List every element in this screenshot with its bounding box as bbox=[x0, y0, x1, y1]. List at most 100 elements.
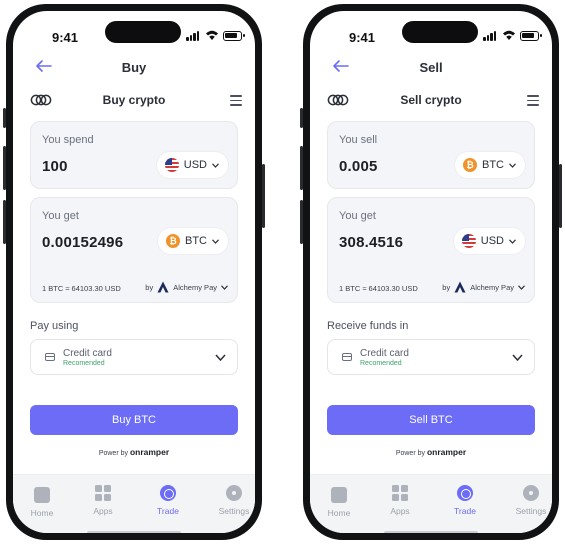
menu-icon[interactable] bbox=[527, 95, 539, 106]
us-flag-icon bbox=[164, 158, 179, 172]
exchange-rate: 1 BTC ≈ 64103.30 USD bbox=[42, 284, 121, 293]
tab-apps[interactable]: Apps bbox=[79, 485, 127, 516]
exchange-rate: 1 BTC ≈ 64103.30 USD bbox=[339, 284, 418, 293]
home-indicator bbox=[384, 531, 478, 533]
sell-label: You sell bbox=[339, 134, 378, 146]
wifi-icon bbox=[503, 30, 515, 40]
provider-name: Alchemy Pay bbox=[173, 282, 217, 292]
battery-icon bbox=[520, 31, 542, 41]
recommended-tag: Recomended bbox=[360, 360, 402, 367]
sell-btc-button[interactable]: Sell BTC bbox=[327, 405, 535, 435]
dynamic-island bbox=[402, 21, 478, 43]
gear-icon bbox=[226, 485, 242, 501]
trade-icon bbox=[160, 485, 176, 501]
status-time: 9:41 bbox=[52, 30, 79, 45]
tab-apps[interactable]: Apps bbox=[376, 485, 424, 516]
provider-name: Alchemy Pay bbox=[470, 282, 514, 292]
tab-label: Trade bbox=[157, 506, 179, 516]
payout-section-label: Receive funds in bbox=[327, 320, 409, 332]
chevron-down-icon bbox=[215, 354, 226, 361]
home-indicator bbox=[87, 531, 181, 533]
tab-trade[interactable]: Trade bbox=[144, 485, 192, 516]
status-bar: 9:41 bbox=[13, 11, 255, 51]
tab-label: Home bbox=[327, 508, 351, 518]
sell-amount-input[interactable]: 0.005 bbox=[339, 158, 378, 175]
chevron-down-icon bbox=[512, 354, 523, 361]
get-amount: 308.4516 bbox=[339, 234, 404, 251]
recommended-tag: Recomended bbox=[63, 360, 105, 367]
get-currency-code: USD bbox=[480, 235, 504, 247]
widget-header: Sell crypto bbox=[310, 91, 552, 109]
nav-bar: Sell bbox=[310, 55, 552, 79]
home-icon bbox=[331, 487, 347, 503]
tab-label: Settings bbox=[515, 506, 547, 516]
get-label: You get bbox=[339, 210, 376, 222]
tab-home[interactable]: Home bbox=[315, 485, 363, 518]
tab-settings[interactable]: Settings bbox=[507, 485, 552, 516]
onramper-brand: onramper bbox=[426, 447, 467, 457]
payout-method-selector[interactable]: Credit card Recomended bbox=[327, 339, 535, 375]
battery-icon bbox=[223, 31, 245, 41]
us-flag-icon bbox=[461, 234, 476, 248]
tab-settings[interactable]: Settings bbox=[210, 485, 255, 516]
onramper-brand: onramper bbox=[129, 447, 170, 457]
bitcoin-icon: ₿ bbox=[463, 158, 477, 172]
volume-up-button bbox=[300, 146, 303, 190]
sell-currency-selector[interactable]: ₿ BTC bbox=[455, 152, 525, 178]
tab-label: Apps bbox=[390, 506, 410, 516]
chevron-down-icon bbox=[212, 238, 219, 244]
powered-by-text: Power by bbox=[395, 450, 425, 457]
get-currency-selector[interactable]: ₿ BTC bbox=[158, 228, 228, 254]
signal-icon bbox=[483, 31, 497, 41]
volume-down-button bbox=[300, 200, 303, 244]
phone-sell: 9:41 Sell Sell crypto You sell 0.005 ₿ B… bbox=[300, 4, 562, 540]
provider-selector[interactable]: by Alchemy Pay bbox=[442, 281, 525, 293]
sell-card: You sell 0.005 ₿ BTC bbox=[327, 121, 535, 189]
payment-method-selector[interactable]: Credit card Recomended bbox=[30, 339, 238, 375]
tab-label: Home bbox=[30, 508, 54, 518]
get-amount: 0.00152496 bbox=[42, 234, 124, 251]
power-button bbox=[559, 164, 562, 228]
sell-currency-code: BTC bbox=[482, 159, 504, 171]
spend-amount-input[interactable]: 100 bbox=[42, 158, 68, 175]
alchemy-pay-logo-icon bbox=[454, 281, 466, 293]
gear-icon bbox=[523, 485, 539, 501]
provider-prefix: by bbox=[145, 282, 154, 292]
widget-title: Sell crypto bbox=[400, 93, 462, 107]
tab-trade[interactable]: Trade bbox=[441, 485, 489, 516]
powered-by: Power by onramper bbox=[13, 447, 255, 457]
sell-screen: 9:41 Sell Sell crypto You sell 0.005 ₿ B… bbox=[310, 11, 552, 533]
menu-icon[interactable] bbox=[230, 95, 242, 106]
status-bar: 9:41 bbox=[310, 11, 552, 51]
widget-title: Buy crypto bbox=[102, 93, 166, 107]
chevron-down-icon bbox=[212, 162, 219, 168]
alchemy-pay-logo-icon bbox=[157, 281, 169, 293]
chevron-down-icon bbox=[509, 162, 516, 168]
payment-section-label: Pay using bbox=[30, 320, 79, 332]
get-label: You get bbox=[42, 210, 79, 222]
home-icon bbox=[34, 487, 50, 503]
chevron-down-icon bbox=[509, 238, 516, 244]
spend-label: You spend bbox=[42, 134, 94, 146]
tab-label: Apps bbox=[93, 506, 113, 516]
power-button bbox=[262, 164, 265, 228]
get-currency-selector[interactable]: USD bbox=[453, 228, 525, 254]
phone-buy: 9:41 Buy Buy crypto You spend 100 USD Yo… bbox=[3, 4, 265, 540]
trade-icon bbox=[457, 485, 473, 501]
wifi-icon bbox=[206, 30, 218, 40]
credit-card-icon bbox=[45, 353, 55, 361]
powered-by-text: Power by bbox=[98, 450, 128, 457]
dynamic-island bbox=[105, 21, 181, 43]
tab-label: Settings bbox=[218, 506, 250, 516]
apps-icon bbox=[95, 485, 111, 501]
powered-by: Power by onramper bbox=[310, 447, 552, 457]
spend-currency-selector[interactable]: USD bbox=[156, 152, 228, 178]
status-time: 9:41 bbox=[349, 30, 376, 45]
widget-header: Buy crypto bbox=[13, 91, 255, 109]
tab-bar: Home Apps Trade Settings bbox=[13, 474, 255, 533]
buy-btc-button[interactable]: Buy BTC bbox=[30, 405, 238, 435]
spend-card: You spend 100 USD bbox=[30, 121, 238, 189]
page-title: Sell bbox=[419, 60, 443, 75]
provider-selector[interactable]: by Alchemy Pay bbox=[145, 281, 228, 293]
tab-home[interactable]: Home bbox=[18, 485, 66, 518]
